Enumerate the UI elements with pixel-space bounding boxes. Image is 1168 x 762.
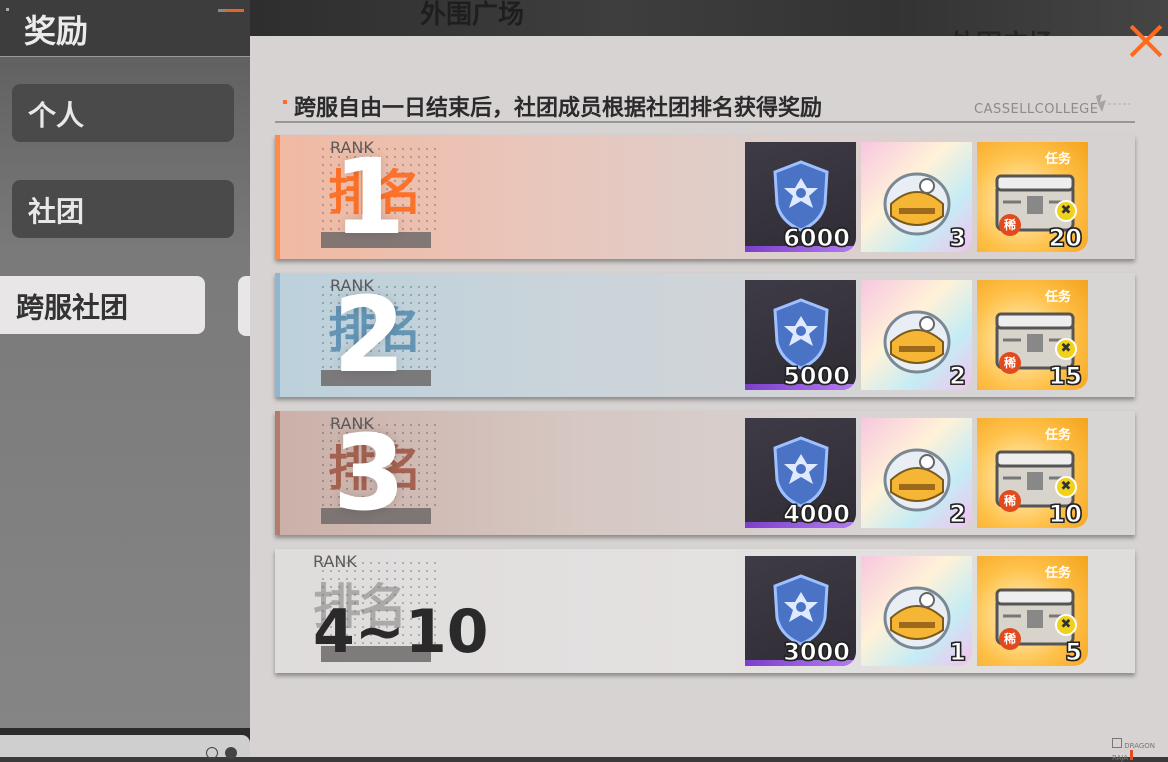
watermark-logo: DRAGON RAJA (1112, 738, 1168, 762)
reward-count: 4000 (783, 500, 851, 529)
sidebar-footer (0, 735, 250, 759)
reward-count: 3000 (783, 638, 851, 667)
brand-label: CASSELLCOLLEGE (974, 102, 1099, 117)
reward-count: 6000 (783, 224, 851, 253)
rare-badge: 稀 (999, 214, 1021, 236)
reward-item-supply-pack[interactable]: 2 (861, 418, 972, 528)
reward-count: 10 (1048, 500, 1082, 529)
rare-badge: 稀 (999, 490, 1021, 512)
rank-row: RANK 排名 4~10 3000 1 任务 稀 ✖ 5 (275, 549, 1135, 673)
reward-item-supply-pack[interactable]: 3 (861, 142, 972, 252)
bonus-badge-icon: ✖ (1055, 614, 1077, 636)
corner-mark-icon (6, 8, 9, 11)
task-tag: 任务 (1045, 290, 1072, 305)
reward-description: 跨服自由一日结束后，社团成员根据社团排名获得奖励 (294, 96, 823, 121)
rank-stripe (275, 411, 280, 535)
reward-count: 1 (949, 638, 967, 667)
sidebar: 奖励 个人 社团 跨服社团 (0, 0, 250, 728)
reward-count: 2 (949, 362, 967, 391)
reward-item-guild-token[interactable]: 3000 (745, 556, 856, 666)
bonus-badge-icon: ✖ (1055, 338, 1077, 360)
reward-item-guild-token[interactable]: 5000 (745, 280, 856, 390)
rank-stripe (275, 273, 280, 397)
reward-count: 15 (1048, 362, 1082, 391)
reward-item-supply-pack[interactable]: 2 (861, 280, 972, 390)
reward-item-chest[interactable]: 任务 稀 ✖ 20 (977, 142, 1088, 252)
reward-item-chest[interactable]: 任务 稀 ✖ 15 (977, 280, 1088, 390)
divider (275, 121, 1135, 123)
reward-count: 20 (1048, 224, 1082, 253)
sidebar-header: 奖励 (0, 0, 250, 57)
rare-badge: 稀 (999, 628, 1021, 650)
reward-item-chest[interactable]: 任务 稀 ✖ 5 (977, 556, 1088, 666)
reward-item-chest[interactable]: 任务 稀 ✖ 10 (977, 418, 1088, 528)
rank-number: 1 (333, 136, 406, 258)
rank-stripe (275, 135, 280, 259)
rank-stripe (275, 549, 280, 673)
college-emblem-icon (1092, 92, 1132, 116)
task-tag: 任务 (1045, 152, 1072, 167)
page-title: 奖励 (24, 12, 89, 50)
map-label: 外围广场 (420, 0, 525, 30)
page-dot-icon[interactable] (225, 747, 237, 759)
rank-row: RANK 排名 1 6000 3 任务 稀 ✖ 20 (275, 135, 1135, 259)
reward-item-guild-token[interactable]: 6000 (745, 142, 856, 252)
reward-count: 2 (949, 500, 967, 529)
rank-number: 4~10 (313, 597, 489, 667)
task-tag: 任务 (1045, 428, 1072, 443)
tab-cross-server-club[interactable]: 跨服社团 (0, 276, 205, 334)
reward-item-supply-pack[interactable]: 1 (861, 556, 972, 666)
bonus-badge-icon: ✖ (1055, 476, 1077, 498)
page-dot-icon[interactable] (206, 747, 218, 759)
rank-number: 2 (333, 274, 406, 396)
tab-club[interactable]: 社团 (12, 180, 234, 238)
tab-personal[interactable]: 个人 (12, 84, 234, 142)
rank-row: RANK 排名 2 5000 2 任务 稀 ✖ 15 (275, 273, 1135, 397)
close-icon[interactable] (1128, 22, 1164, 58)
reward-count: 5 (1065, 638, 1083, 667)
reward-count: 5000 (783, 362, 851, 391)
accent-bar-icon (218, 9, 244, 12)
rank-row: RANK 排名 3 4000 2 任务 稀 ✖ 10 (275, 411, 1135, 535)
bonus-badge-icon: ✖ (1055, 200, 1077, 222)
rare-badge: 稀 (999, 352, 1021, 374)
reward-count: 3 (949, 224, 967, 253)
reward-item-guild-token[interactable]: 4000 (745, 418, 856, 528)
task-tag: 任务 (1045, 566, 1072, 581)
bullet-icon (283, 100, 287, 104)
rank-number: 3 (333, 412, 406, 534)
